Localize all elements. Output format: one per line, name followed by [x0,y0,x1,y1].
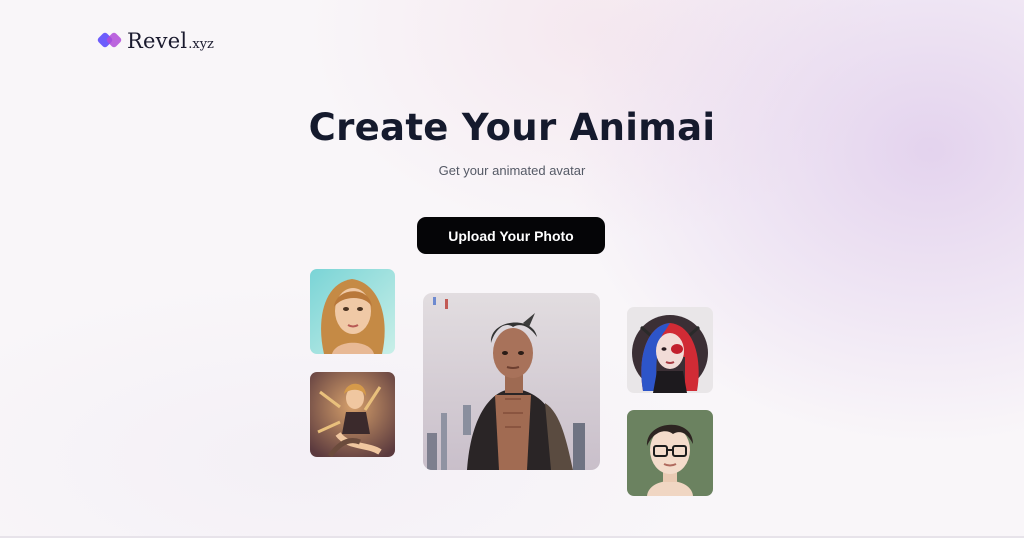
upload-photo-button[interactable]: Upload Your Photo [417,217,605,254]
brand-name: Revel [127,29,188,53]
hero-title: Create Your Animai [308,106,716,149]
avatar-image-red-blue-hair-woman [627,307,713,393]
hero-subtitle: Get your animated avatar [438,163,586,178]
revel-logo-icon [96,31,123,51]
avatar-image-blonde-woman [310,269,395,354]
brand-logo[interactable]: Revel .xyz [96,29,214,53]
avatar-image-man-city [423,293,600,470]
avatar-image-man-glasses [627,410,713,496]
brand-tld: .xyz [188,37,214,52]
avatar-image-dancing-woman [310,372,395,457]
